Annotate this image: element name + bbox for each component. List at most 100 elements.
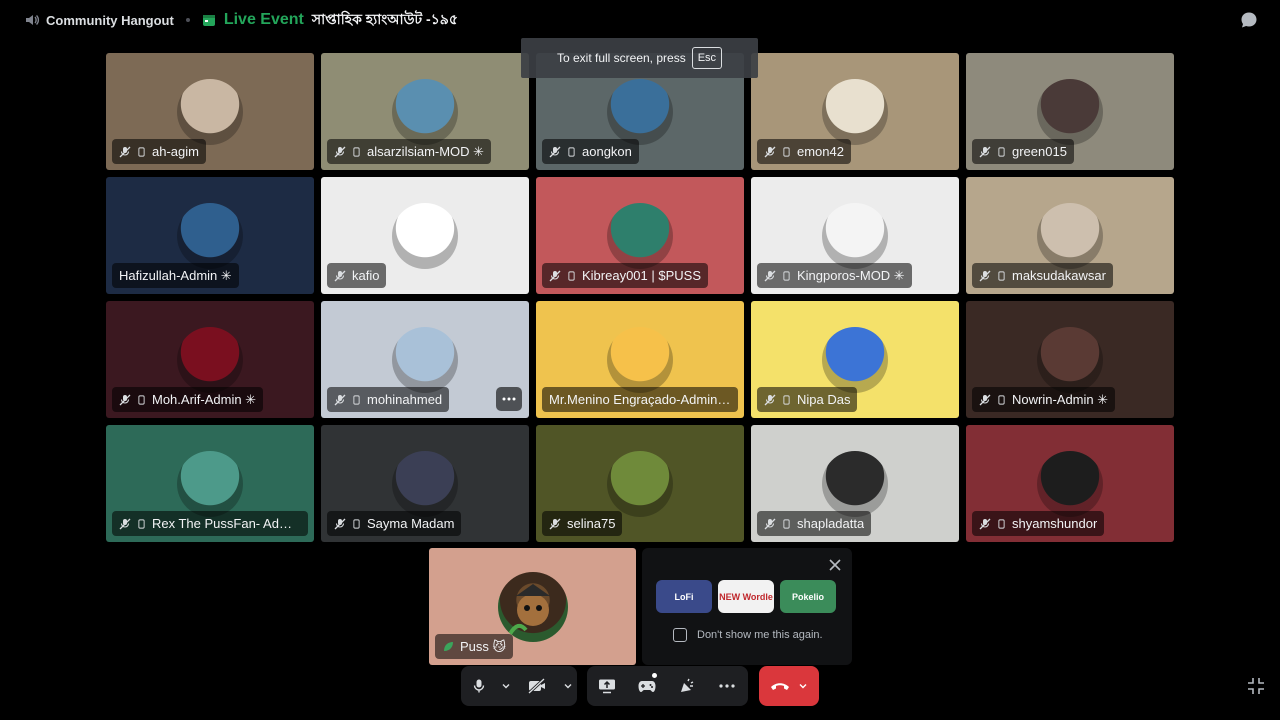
participant-name: green015 bbox=[1012, 144, 1067, 159]
participant-avatar bbox=[177, 78, 243, 145]
mic-muted-icon bbox=[979, 394, 991, 405]
participant-nametag: green015 bbox=[972, 139, 1074, 164]
participant-avatar bbox=[1037, 202, 1103, 269]
participant-avatar bbox=[607, 78, 673, 145]
participant-name: Sayma Madam bbox=[367, 516, 455, 531]
participant-nametag: Moh.Arif-Admin ✳ bbox=[112, 387, 264, 412]
mobile-icon bbox=[998, 270, 1005, 281]
mic-muted-icon bbox=[764, 394, 776, 405]
participant-tile[interactable]: Rex The PussFan- Admi... bbox=[106, 425, 314, 542]
activity-label: Pokelio bbox=[791, 591, 824, 602]
participant-avatar bbox=[1037, 450, 1103, 517]
chevron-down-icon bbox=[799, 684, 807, 689]
dont-show-option[interactable]: Don't show me this again. bbox=[673, 628, 823, 642]
close-icon[interactable] bbox=[828, 558, 842, 572]
screen-share-icon bbox=[599, 679, 615, 694]
mobile-icon bbox=[353, 394, 360, 405]
participant-tile[interactable]: Mr.Menino Engraçado-Admin ✳ bbox=[536, 301, 744, 418]
participant-tile[interactable]: mohinahmed bbox=[321, 301, 529, 418]
microphone-icon bbox=[473, 679, 485, 693]
participant-avatar bbox=[392, 326, 458, 393]
camera-options-button[interactable] bbox=[559, 666, 577, 706]
esc-key: Esc bbox=[691, 47, 723, 69]
participant-tile[interactable]: shapladatta bbox=[751, 425, 959, 542]
participant-tile[interactable]: Sayma Madam bbox=[321, 425, 529, 542]
mobile-icon bbox=[353, 518, 360, 529]
participant-tile[interactable]: Kibreay001 | $PUSS bbox=[536, 177, 744, 294]
participant-tile[interactable]: kafio bbox=[321, 177, 529, 294]
mic-muted-icon bbox=[119, 146, 131, 157]
activity-controls bbox=[587, 666, 748, 706]
exit-tip-text: To exit full screen, press bbox=[556, 51, 686, 65]
disconnect-button[interactable] bbox=[759, 666, 819, 706]
participant-more-button[interactable] bbox=[496, 387, 522, 411]
participant-name: shapladatta bbox=[797, 516, 865, 531]
more-icon bbox=[719, 684, 735, 688]
share-screen-button[interactable] bbox=[587, 666, 627, 706]
chat-icon[interactable] bbox=[1240, 11, 1258, 29]
participant-name: Rex The PussFan- Admi... bbox=[152, 516, 301, 531]
mic-muted-icon bbox=[979, 518, 991, 529]
exit-fullscreen-tip: To exit full screen, press Esc bbox=[521, 38, 758, 78]
participant-name: kafio bbox=[352, 268, 380, 283]
camera-button[interactable] bbox=[515, 666, 559, 706]
channel-name: Community Hangout bbox=[46, 12, 174, 28]
participant-avatar bbox=[822, 202, 888, 269]
participant-name: Nipa Das bbox=[797, 392, 851, 407]
participant-tile[interactable]: maksudakawsar bbox=[966, 177, 1174, 294]
participant-avatar bbox=[607, 450, 673, 517]
participant-tile[interactable]: Moh.Arif-Admin ✳ bbox=[106, 301, 314, 418]
mic-muted-icon bbox=[549, 270, 561, 281]
mic-muted-icon bbox=[764, 518, 776, 529]
participant-tile[interactable]: Nipa Das bbox=[751, 301, 959, 418]
camera-off-icon bbox=[528, 678, 546, 694]
participant-name: mohinahmed bbox=[367, 392, 443, 407]
soundboard-button[interactable] bbox=[667, 666, 707, 706]
participant-tile[interactable]: selina75 bbox=[536, 425, 744, 542]
participant-name: alsarzilsiam-MOD ✳ bbox=[367, 143, 485, 159]
microphone-button[interactable] bbox=[461, 666, 497, 706]
participant-tile[interactable]: ah-agim bbox=[106, 53, 314, 170]
more-options-button[interactable] bbox=[707, 666, 747, 706]
mobile-icon bbox=[998, 394, 1005, 405]
mic-muted-icon bbox=[979, 146, 991, 157]
participant-nametag: mohinahmed bbox=[327, 387, 450, 412]
exit-fullscreen-icon[interactable] bbox=[1246, 676, 1266, 696]
participant-tile[interactable]: alsarzilsiam-MOD ✳ bbox=[321, 53, 529, 170]
participant-nametag: alsarzilsiam-MOD ✳ bbox=[327, 139, 492, 164]
mobile-icon bbox=[138, 146, 145, 157]
mic-muted-icon bbox=[979, 270, 991, 281]
mic-muted-icon bbox=[119, 394, 131, 405]
dont-show-checkbox[interactable] bbox=[673, 628, 687, 642]
notification-dot bbox=[652, 673, 657, 678]
participant-avatar bbox=[822, 326, 888, 393]
chevron-down-icon bbox=[502, 684, 510, 689]
participant-tile[interactable]: green015 bbox=[966, 53, 1174, 170]
participant-tile[interactable]: Hafizullah-Admin ✳ bbox=[106, 177, 314, 294]
activities-button[interactable] bbox=[627, 666, 667, 706]
participant-tile[interactable]: emon42 bbox=[751, 53, 959, 170]
participant-tile[interactable]: Kingporos-MOD ✳ bbox=[751, 177, 959, 294]
participant-name: Kibreay001 | $PUSS bbox=[582, 268, 701, 283]
activity-thumbnail[interactable]: LoFi bbox=[656, 580, 712, 613]
mobile-icon bbox=[998, 518, 1005, 529]
hang-up-icon bbox=[771, 683, 789, 690]
speaker-icon bbox=[26, 15, 40, 25]
participant-avatar bbox=[822, 450, 888, 517]
participant-nametag: aongkon bbox=[542, 139, 639, 164]
leaf-icon bbox=[444, 641, 453, 651]
microphone-options-button[interactable] bbox=[497, 666, 515, 706]
activity-thumbnail[interactable]: NEW Wordle bbox=[718, 580, 774, 613]
self-avatar bbox=[497, 571, 568, 642]
participant-name: aongkon bbox=[582, 144, 632, 159]
participant-tile[interactable]: Nowrin-Admin ✳ bbox=[966, 301, 1174, 418]
participant-tile[interactable]: shyamshundor bbox=[966, 425, 1174, 542]
activity-label: LoFi bbox=[674, 591, 694, 602]
participant-avatar bbox=[392, 202, 458, 269]
activity-thumbnail[interactable]: Pokelio bbox=[780, 580, 836, 613]
calendar-icon bbox=[202, 15, 215, 26]
self-video-tile[interactable]: Puss 😼 bbox=[429, 548, 636, 665]
mic-muted-icon bbox=[334, 270, 346, 281]
participant-nametag: Kingporos-MOD ✳ bbox=[757, 263, 912, 288]
participant-name: selina75 bbox=[567, 516, 616, 531]
